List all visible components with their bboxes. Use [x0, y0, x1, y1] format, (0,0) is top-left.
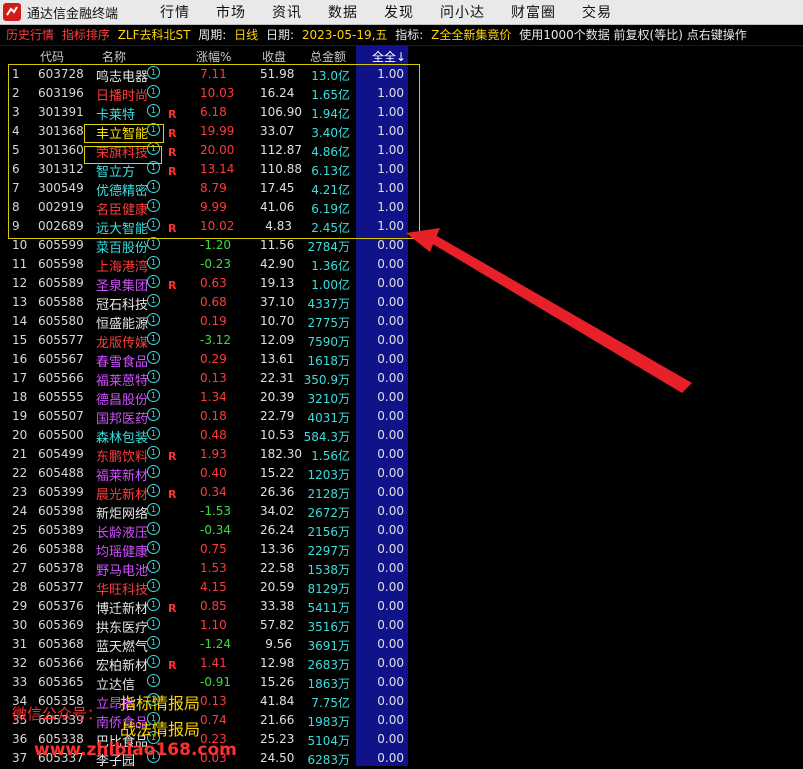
overlay-line2: 战法情报局 — [120, 720, 201, 739]
overlay-url: www.zhibiao168.com — [34, 740, 237, 760]
annotation-arrow — [406, 228, 692, 393]
wechat-label: 微信公众号： — [12, 705, 103, 723]
overlay-line1: 指标情报局 — [120, 694, 201, 713]
